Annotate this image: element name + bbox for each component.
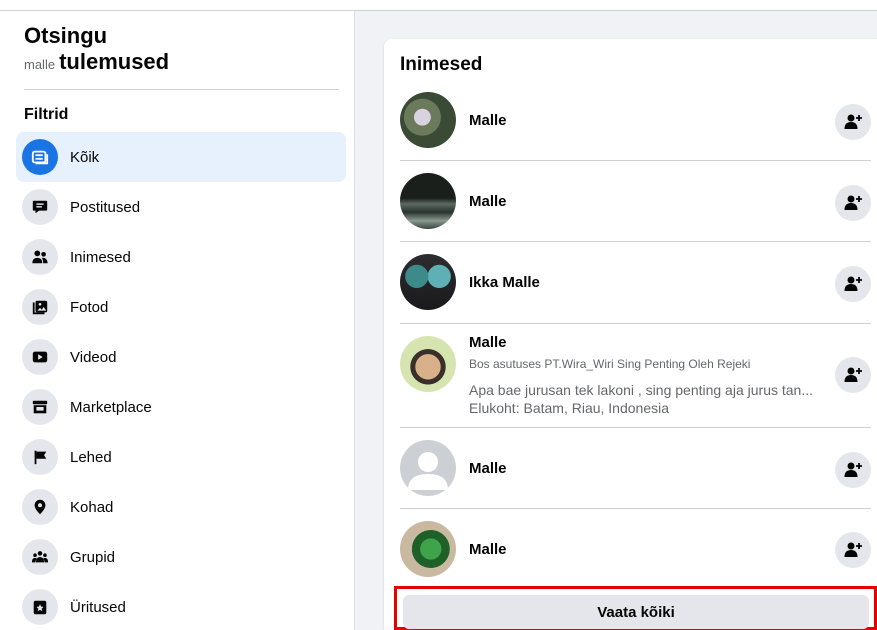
divider bbox=[24, 89, 339, 90]
title-line-2: tulemused bbox=[59, 49, 170, 74]
person-name[interactable]: Malle bbox=[469, 334, 507, 351]
page-title: Otsingu malle tulemused bbox=[24, 23, 344, 75]
avatar[interactable] bbox=[400, 92, 456, 148]
add-friend-button[interactable] bbox=[835, 452, 871, 488]
add-friend-icon bbox=[844, 542, 862, 557]
events-icon bbox=[22, 589, 58, 625]
location-icon bbox=[22, 489, 58, 525]
filter-item-photos[interactable]: Fotod bbox=[16, 282, 346, 332]
filter-item-marketplace[interactable]: Marketplace bbox=[16, 382, 346, 432]
add-friend-button[interactable] bbox=[835, 532, 871, 568]
filter-item-pages[interactable]: Lehed bbox=[16, 432, 346, 482]
default-avatar-icon bbox=[408, 452, 448, 490]
people-icon bbox=[22, 239, 58, 275]
avatar[interactable] bbox=[400, 336, 456, 392]
add-friend-icon bbox=[844, 276, 862, 291]
filter-item-videos[interactable]: Videod bbox=[16, 332, 346, 382]
person-location: Elukoht: Batam, Riau, Indonesia bbox=[469, 400, 670, 416]
flag-icon bbox=[22, 439, 58, 475]
filters-sidebar: Otsingu malle tulemused Filtrid Kõik Post… bbox=[0, 11, 355, 630]
avatar[interactable] bbox=[400, 254, 456, 310]
video-icon bbox=[22, 339, 58, 375]
list-item[interactable]: Malle bbox=[400, 89, 871, 161]
filter-label: Kohad bbox=[70, 498, 114, 516]
filter-label: Lehed bbox=[70, 448, 112, 466]
filter-label: Videod bbox=[70, 348, 117, 366]
feed-icon bbox=[22, 139, 58, 175]
list-item[interactable]: Malle bbox=[400, 428, 871, 509]
filter-item-events[interactable]: Üritused bbox=[16, 582, 346, 630]
filter-label: Inimesed bbox=[70, 248, 131, 266]
list-item[interactable]: Malle Bos asutuses PT.Wira_Wiri Sing Pen… bbox=[400, 324, 871, 428]
filter-item-posts[interactable]: Postitused bbox=[16, 182, 346, 232]
avatar[interactable] bbox=[400, 173, 456, 229]
filter-label: Postitused bbox=[70, 198, 141, 216]
search-query: malle bbox=[24, 57, 56, 72]
list-item[interactable]: Ikka Malle bbox=[400, 242, 871, 324]
filters-heading: Filtrid bbox=[24, 106, 69, 123]
person-name[interactable]: Ikka Malle bbox=[469, 274, 540, 291]
filter-label: Fotod bbox=[70, 298, 109, 316]
person-name[interactable]: Malle bbox=[469, 193, 507, 210]
filter-label: Üritused bbox=[70, 598, 126, 616]
list-item[interactable]: Malle bbox=[400, 161, 871, 242]
filter-label: Marketplace bbox=[70, 398, 152, 416]
section-title: Inimesed bbox=[400, 54, 483, 75]
add-friend-button[interactable] bbox=[835, 104, 871, 140]
add-friend-icon bbox=[844, 114, 862, 129]
add-friend-button[interactable] bbox=[835, 357, 871, 393]
top-bar bbox=[0, 0, 877, 11]
marketplace-icon bbox=[22, 389, 58, 425]
posts-icon bbox=[22, 189, 58, 225]
add-friend-button[interactable] bbox=[835, 185, 871, 221]
see-all-highlight: Vaata kõiki bbox=[394, 586, 877, 630]
add-friend-icon bbox=[844, 462, 862, 477]
add-friend-icon bbox=[844, 367, 862, 382]
filter-item-groups[interactable]: Grupid bbox=[16, 532, 346, 582]
person-bio: Apa bae jurusan tek lakoni , sing pentin… bbox=[469, 382, 813, 398]
avatar[interactable] bbox=[400, 440, 456, 496]
add-friend-icon bbox=[844, 195, 862, 210]
person-name[interactable]: Malle bbox=[469, 112, 507, 129]
filter-label: Kõik bbox=[70, 148, 100, 166]
title-line-1: Otsingu bbox=[24, 23, 108, 48]
person-workplace: Bos asutuses PT.Wira_Wiri Sing Penting O… bbox=[469, 357, 751, 371]
filter-item-people[interactable]: Inimesed bbox=[16, 232, 346, 282]
list-item[interactable]: Malle bbox=[400, 509, 871, 589]
filter-list: Kõik Postitused Inimesed Fotod Videod Ma… bbox=[16, 132, 346, 630]
person-name[interactable]: Malle bbox=[469, 460, 507, 477]
see-all-button[interactable]: Vaata kõiki bbox=[403, 595, 869, 629]
photos-icon bbox=[22, 289, 58, 325]
filter-item-places[interactable]: Kohad bbox=[16, 482, 346, 532]
people-results-card: Inimesed Malle Malle Ikka Malle Malle Bo… bbox=[384, 39, 877, 630]
filter-item-all[interactable]: Kõik bbox=[16, 132, 346, 182]
person-name[interactable]: Malle bbox=[469, 541, 507, 558]
groups-icon bbox=[22, 539, 58, 575]
avatar[interactable] bbox=[400, 521, 456, 577]
add-friend-button[interactable] bbox=[835, 266, 871, 302]
filter-label: Grupid bbox=[70, 548, 116, 566]
